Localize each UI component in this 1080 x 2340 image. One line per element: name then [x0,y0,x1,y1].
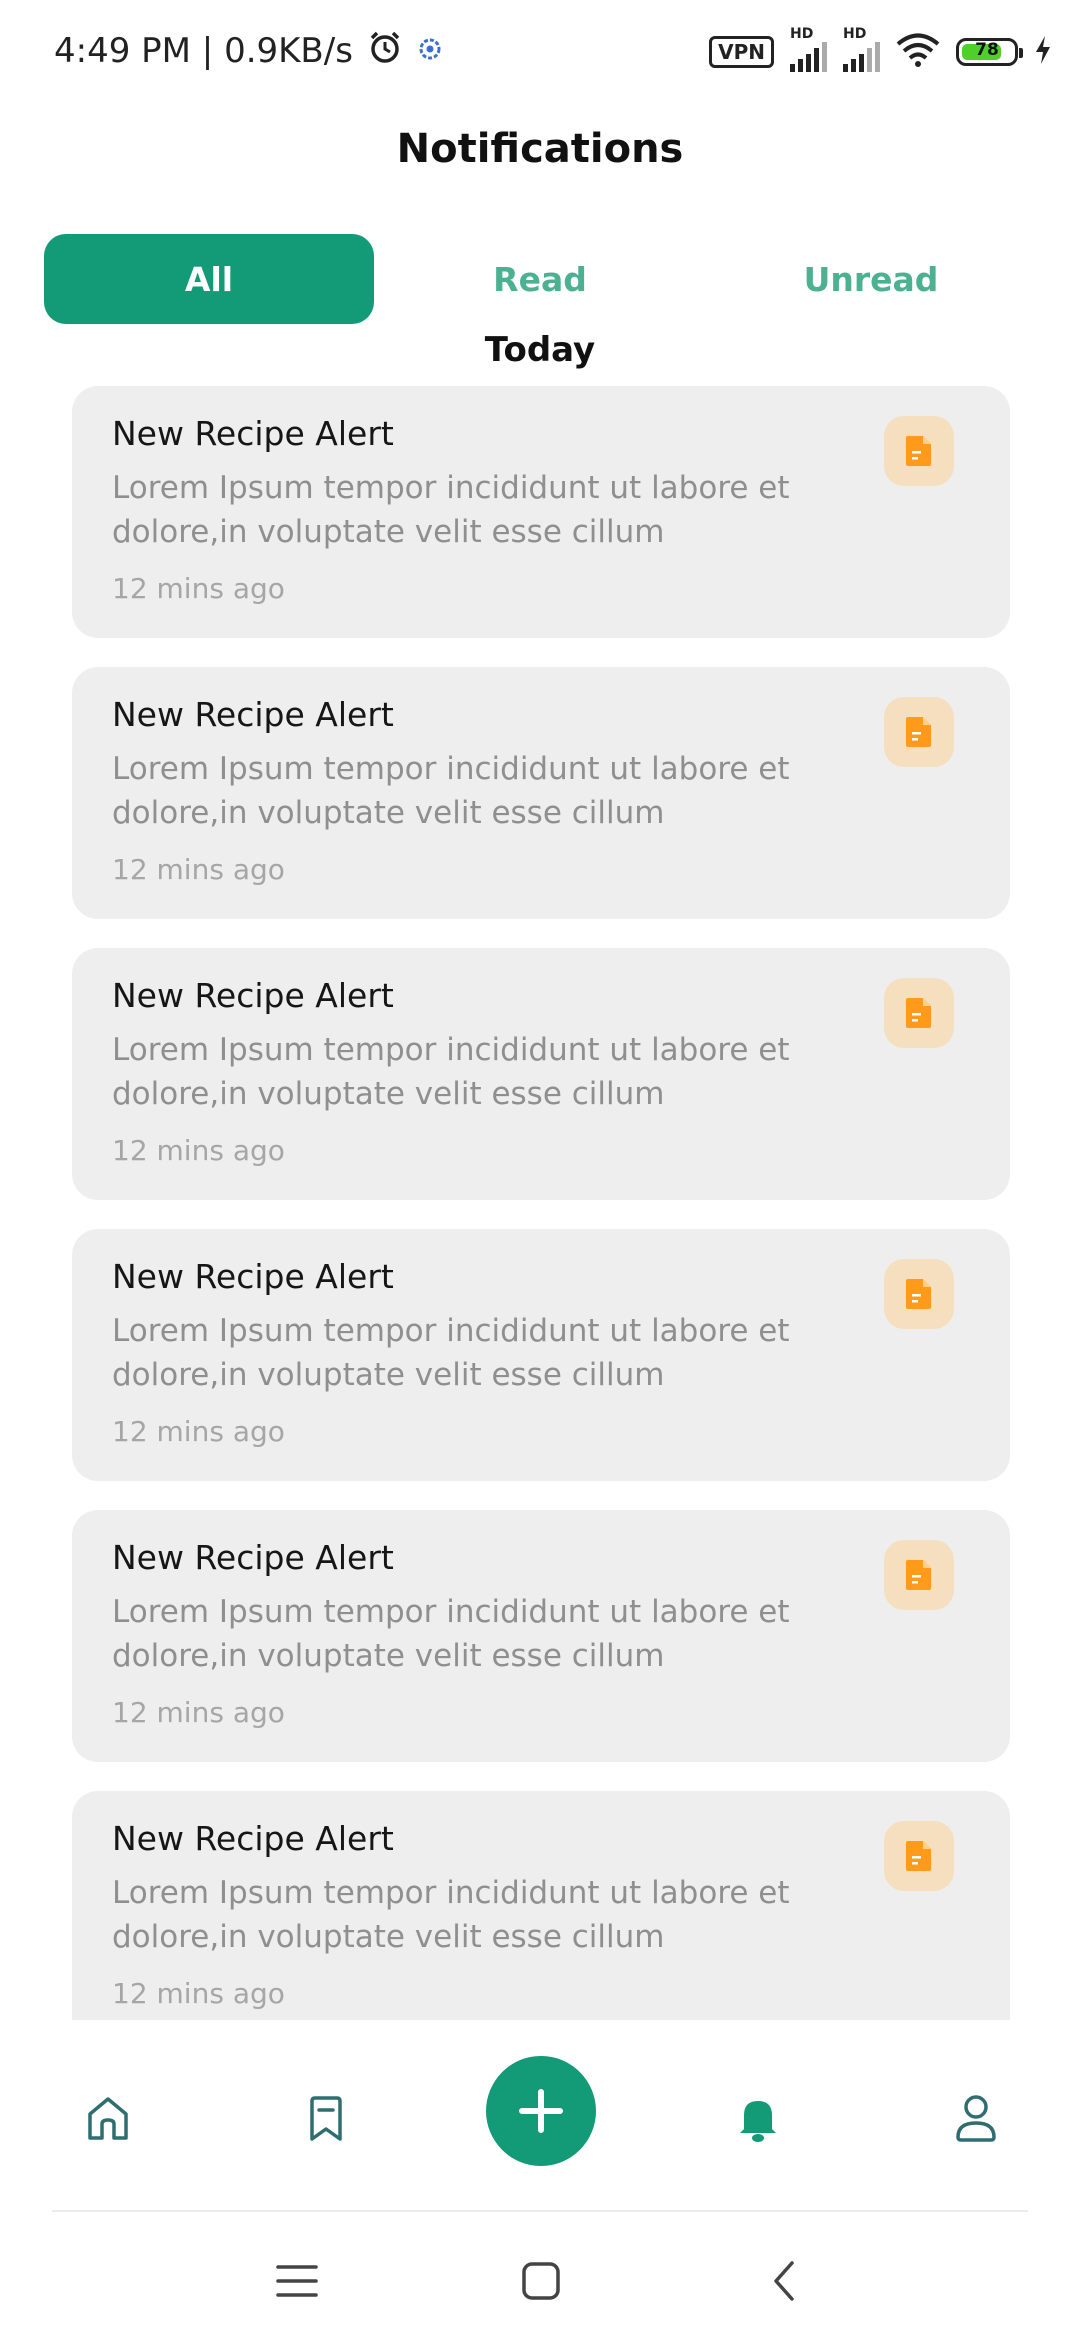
notification-title: New Recipe Alert [112,695,394,734]
system-nav-bar [0,2212,1080,2340]
notification-list[interactable]: New Recipe Alert Lorem Ipsum tempor inci… [72,386,1010,2020]
notification-card[interactable]: New Recipe Alert Lorem Ipsum tempor inci… [72,667,1010,919]
notification-time: 12 mins ago [112,853,285,886]
status-bar: 4:49 PM | 0.9KB/s VPN HD HD 78 [0,0,1080,100]
notification-title: New Recipe Alert [112,976,394,1015]
notification-card[interactable]: New Recipe Alert Lorem Ipsum tempor inci… [72,948,1010,1200]
document-icon [884,416,954,486]
add-button[interactable] [486,2056,596,2166]
notification-card[interactable]: New Recipe Alert Lorem Ipsum tempor inci… [72,386,1010,638]
battery-level: 78 [975,40,999,60]
tab-unread[interactable]: Unread [706,234,1036,324]
tabs: All Read Unread [44,234,1036,324]
settings-notification-icon [417,31,443,71]
document-icon [884,978,954,1048]
notification-body: Lorem Ipsum tempor incididunt ut labore … [112,1594,790,1674]
tab-read[interactable]: Read [375,234,705,324]
profile-icon[interactable] [946,2088,1006,2148]
status-right: VPN HD HD 78 [709,26,1052,74]
back-icon[interactable] [760,2256,810,2306]
wifi-icon [896,33,940,71]
section-label-today: Today [484,330,596,370]
notification-time: 12 mins ago [112,1415,285,1448]
document-icon [884,1821,954,1891]
signal-icon-2: HD [843,26,880,72]
document-icon [884,1259,954,1329]
notification-body: Lorem Ipsum tempor incididunt ut labore … [112,1313,790,1393]
tab-all[interactable]: All [44,234,374,324]
vpn-badge: VPN [709,36,774,68]
notification-time: 12 mins ago [112,1977,285,2010]
status-left: 4:49 PM | 0.9KB/s [54,28,443,74]
notification-time: 12 mins ago [112,1696,285,1729]
notification-title: New Recipe Alert [112,1538,394,1577]
menu-icon[interactable] [272,2256,322,2306]
notification-title: New Recipe Alert [112,414,394,453]
notification-body: Lorem Ipsum tempor incididunt ut labore … [112,1875,790,1955]
charging-icon [1034,35,1052,69]
status-time-speed: 4:49 PM | 0.9KB/s [54,31,353,71]
bookmark-icon[interactable] [296,2088,356,2148]
bottom-nav [0,2020,1080,2210]
page-title: Notifications [396,126,684,172]
notification-card[interactable]: New Recipe Alert Lorem Ipsum tempor inci… [72,1510,1010,1762]
notification-time: 12 mins ago [112,572,285,605]
plus-icon [519,2089,563,2133]
document-icon [884,697,954,767]
notification-body: Lorem Ipsum tempor incididunt ut labore … [112,1032,790,1112]
home-square-icon[interactable] [516,2256,566,2306]
notification-title: New Recipe Alert [112,1819,394,1858]
notification-card[interactable]: New Recipe Alert Lorem Ipsum tempor inci… [72,1229,1010,1481]
hd-label: HD [790,26,814,42]
notification-time: 12 mins ago [112,1134,285,1167]
bell-icon[interactable] [728,2088,788,2148]
notification-card[interactable]: New Recipe Alert Lorem Ipsum tempor inci… [72,1791,1010,2020]
battery-icon: 78 [956,38,1023,66]
home-icon[interactable] [78,2088,138,2148]
alarm-icon [367,29,403,74]
notification-title: New Recipe Alert [112,1257,394,1296]
signal-icon: HD [790,26,827,72]
notification-body: Lorem Ipsum tempor incididunt ut labore … [112,751,790,831]
notification-body: Lorem Ipsum tempor incididunt ut labore … [112,470,790,550]
document-icon [884,1540,954,1610]
hd-label-2: HD [843,26,867,42]
